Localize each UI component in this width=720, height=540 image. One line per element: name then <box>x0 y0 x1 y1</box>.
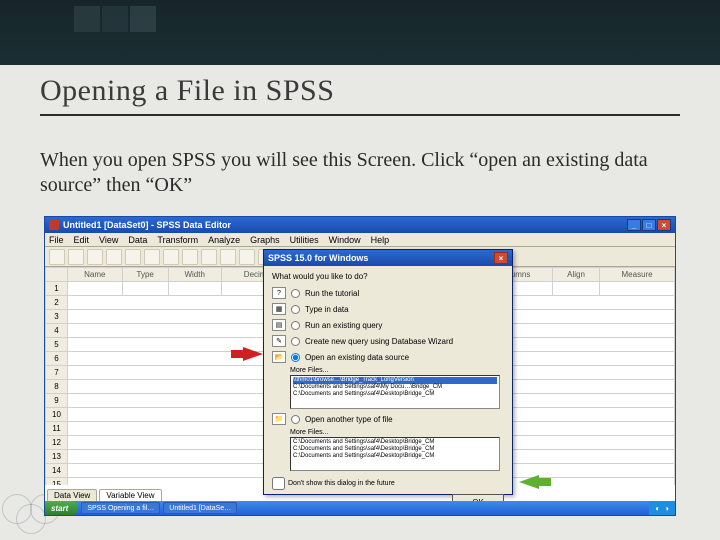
option-label: Run the tutorial <box>305 289 359 298</box>
decorative-squares <box>74 6 158 37</box>
minimize-icon[interactable]: _ <box>627 219 641 231</box>
dialog-prompt: What would you like to do? <box>272 272 504 281</box>
list-item[interactable]: \\thm01\browse…\Bridge_Track_LongVersion <box>293 377 497 384</box>
red-arrow-annotation <box>243 347 263 361</box>
dialog-title-text: SPSS 15.0 for Windows <box>268 253 368 263</box>
menu-graphs[interactable]: Graphs <box>250 235 280 245</box>
toolbar-button[interactable] <box>144 249 160 265</box>
col-measure[interactable]: Measure <box>600 268 675 282</box>
menu-utilities[interactable]: Utilities <box>290 235 319 245</box>
open-other-icon: 📁 <box>272 413 286 425</box>
toolbar-button[interactable] <box>106 249 122 265</box>
option-label: Type in data <box>305 305 349 314</box>
col-type[interactable]: Type <box>122 268 168 282</box>
list-item[interactable]: C:\Documents and Settings\saf4\My Docu…\… <box>293 384 497 391</box>
windows-taskbar: start SPSS Opening a fil… Untitled1 [Dat… <box>45 501 675 515</box>
dont-show-label: Don't show this dialog in the future <box>288 480 395 487</box>
menu-window[interactable]: Window <box>329 235 361 245</box>
tray-icon[interactable]: ◑ <box>664 504 669 513</box>
list-item[interactable]: C:\Documents and Settings\saf4\Desktop\B… <box>293 439 497 446</box>
spss-window-title: Untitled1 [DataSet0] - SPSS Data Editor <box>63 220 231 230</box>
radio-tutorial[interactable] <box>291 289 300 298</box>
list-item[interactable]: C:\Documents and Settings\saf4\Desktop\B… <box>293 391 497 398</box>
toolbar-button[interactable] <box>220 249 236 265</box>
toolbar-button[interactable] <box>68 249 84 265</box>
maximize-icon[interactable]: □ <box>642 219 656 231</box>
menu-file[interactable]: File <box>49 235 64 245</box>
menu-transform[interactable]: Transform <box>157 235 198 245</box>
list-item[interactable]: C:\Documents and Settings\saf4\Desktop\B… <box>293 446 497 453</box>
radio-open-other[interactable] <box>291 415 300 424</box>
col-name[interactable]: Name <box>68 268 123 282</box>
slide-title: Opening a File in SPSS <box>40 74 680 116</box>
query-icon: ▤ <box>272 319 286 331</box>
toolbar-button[interactable] <box>49 249 65 265</box>
menu-data[interactable]: Data <box>128 235 147 245</box>
option-label: Open an existing data source <box>305 353 409 362</box>
close-icon[interactable]: × <box>657 219 671 231</box>
option-label: Run an existing query <box>305 321 382 330</box>
dont-show-checkbox[interactable] <box>272 477 285 490</box>
toolbar-button[interactable] <box>163 249 179 265</box>
open-icon: 📂 <box>272 351 286 363</box>
taskbar-item[interactable]: Untitled1 [DataSe… <box>163 502 237 514</box>
radio-open-existing[interactable] <box>291 353 300 362</box>
toolbar-button[interactable] <box>182 249 198 265</box>
taskbar-item[interactable]: SPSS Opening a fil… <box>81 502 160 514</box>
system-tray: ◐ ◑ <box>649 501 675 515</box>
tutorial-icon: ? <box>272 287 286 299</box>
menu-edit[interactable]: Edit <box>74 235 90 245</box>
existing-files-listbox[interactable]: \\thm01\browse…\Bridge_Track_LongVersion… <box>290 375 500 409</box>
spss-menubar: File Edit View Data Transform Analyze Gr… <box>45 233 675 247</box>
other-files-listbox[interactable]: C:\Documents and Settings\saf4\Desktop\B… <box>290 437 500 471</box>
start-button[interactable]: start <box>45 501 78 515</box>
menu-help[interactable]: Help <box>371 235 390 245</box>
menu-analyze[interactable]: Analyze <box>208 235 240 245</box>
spss-screenshot: Untitled1 [DataSet0] - SPSS Data Editor … <box>44 216 676 516</box>
toolbar-button[interactable] <box>201 249 217 265</box>
more-files-label: More Files... <box>290 367 504 374</box>
col-align[interactable]: Align <box>552 268 599 282</box>
spss-startup-dialog: SPSS 15.0 for Windows × What would you l… <box>263 249 513 495</box>
list-item[interactable]: C:\Documents and Settings\saf4\Desktop\B… <box>293 453 497 460</box>
menu-view[interactable]: View <box>99 235 118 245</box>
typein-icon: ▦ <box>272 303 286 315</box>
tab-variable-view[interactable]: Variable View <box>99 489 161 501</box>
toolbar-button[interactable] <box>87 249 103 265</box>
toolbar-button[interactable] <box>239 249 255 265</box>
radio-typein[interactable] <box>291 305 300 314</box>
spss-logo-icon <box>49 220 59 230</box>
dialog-close-icon[interactable]: × <box>494 252 508 264</box>
wizard-icon: ✎ <box>272 335 286 347</box>
slide-body-text: When you open SPSS you will see this Scr… <box>40 148 680 198</box>
dialog-titlebar: SPSS 15.0 for Windows × <box>264 250 512 266</box>
tab-data-view[interactable]: Data View <box>47 489 97 501</box>
tray-icon[interactable]: ◐ <box>655 504 660 513</box>
radio-runquery[interactable] <box>291 321 300 330</box>
more-files-label: More Files... <box>290 429 504 436</box>
toolbar-button[interactable] <box>125 249 141 265</box>
option-label: Open another type of file <box>305 415 393 424</box>
radio-wizard[interactable] <box>291 337 300 346</box>
option-label: Create new query using Database Wizard <box>305 337 453 346</box>
spss-window-titlebar: Untitled1 [DataSet0] - SPSS Data Editor … <box>45 217 675 233</box>
green-arrow-annotation <box>519 475 539 489</box>
col-width[interactable]: Width <box>168 268 221 282</box>
